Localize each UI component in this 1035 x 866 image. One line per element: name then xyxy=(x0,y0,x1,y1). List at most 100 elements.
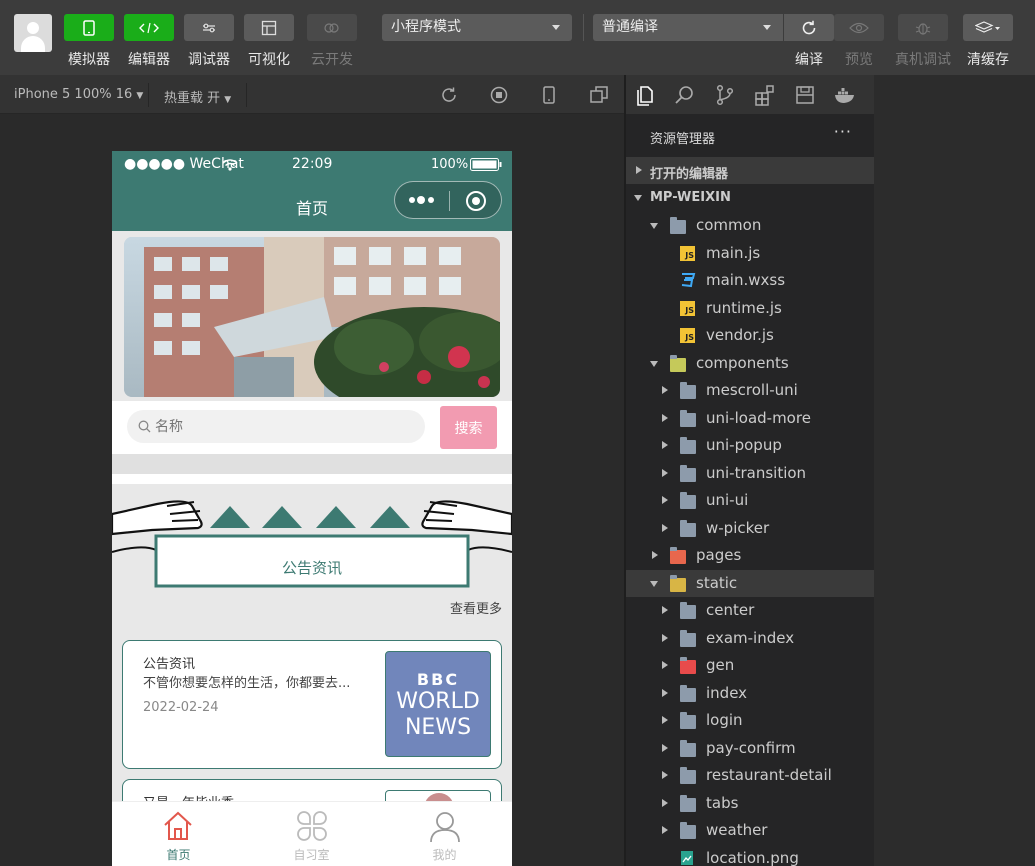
tree-item-label: uni-load-more xyxy=(706,408,811,427)
folder-icon xyxy=(680,822,696,839)
tree-item[interactable]: pay-confirm xyxy=(626,735,874,762)
chevron-right-icon xyxy=(662,523,668,532)
tree-item[interactable]: uni-popup xyxy=(626,432,874,459)
search-input[interactable] xyxy=(155,410,415,443)
project-header[interactable]: MP-WEIXIN xyxy=(626,184,874,211)
explorer-title: 资源管理器 xyxy=(650,132,716,147)
tree-item[interactable]: pages xyxy=(626,542,874,569)
see-more-link[interactable]: 查看更多 xyxy=(450,598,502,617)
simulator-toggle-button[interactable] xyxy=(64,14,114,41)
tree-item[interactable]: weather xyxy=(626,817,874,844)
remote-debug-button[interactable] xyxy=(898,14,948,41)
chevron-right-icon xyxy=(662,413,668,422)
tree-item[interactable]: uni-load-more xyxy=(626,405,874,432)
docker-icon[interactable] xyxy=(834,84,856,106)
phone-icon xyxy=(83,19,95,36)
close-capsule-icon[interactable] xyxy=(465,190,487,212)
debugger-label: 调试器 xyxy=(188,52,230,68)
debugger-toggle-button[interactable] xyxy=(184,14,234,41)
folder-icon xyxy=(680,492,696,509)
storage-icon[interactable] xyxy=(794,84,816,106)
tree-item[interactable]: exam-index xyxy=(626,625,874,652)
js-file-icon: JS xyxy=(680,300,695,316)
compile-button[interactable] xyxy=(784,14,834,41)
folder-icon xyxy=(670,217,686,234)
extensions-icon[interactable] xyxy=(754,84,776,106)
chevron-down-icon xyxy=(650,580,658,587)
preview-button[interactable] xyxy=(834,14,884,41)
search-row: 搜索 xyxy=(112,401,512,454)
tree-item[interactable]: common xyxy=(626,212,874,239)
news-card-date: 2022-02-24 xyxy=(143,700,219,715)
caret-down-icon: ▼ xyxy=(136,91,144,101)
cloud-dev-button[interactable] xyxy=(307,14,357,41)
chevron-right-icon xyxy=(662,771,668,779)
tree-item[interactable]: uni-ui xyxy=(626,487,874,514)
chevron-right-icon xyxy=(662,496,668,504)
tree-item-label: mescroll-uni xyxy=(706,381,798,399)
layers-icon xyxy=(975,20,1000,33)
tree-item[interactable]: w-picker xyxy=(626,515,874,542)
menu-capsule xyxy=(394,181,502,219)
tree-item[interactable]: index xyxy=(626,680,874,707)
tree-item-label: gen xyxy=(706,656,735,674)
simulator-label: 模拟器 xyxy=(68,52,110,68)
tab-home[interactable]: 首页 xyxy=(112,802,245,866)
hot-reload-select[interactable]: 热重载 开 ▼ xyxy=(164,87,231,106)
avatar[interactable] xyxy=(14,14,52,52)
search-button[interactable]: 搜索 xyxy=(440,406,497,449)
tree-item[interactable]: tabs xyxy=(626,790,874,817)
tab-mine[interactable]: 我的 xyxy=(378,802,511,866)
tree-item-label: w-picker xyxy=(706,518,770,537)
tree-item[interactable]: JS runtime.js xyxy=(626,295,874,322)
visual-toggle-button[interactable] xyxy=(244,14,294,41)
tree-item-label: uni-ui xyxy=(706,491,749,509)
explorer-panel: 资源管理器 ··· 打开的编辑器 MP-WEIXIN common JS main.… xyxy=(626,114,874,866)
open-editors-header[interactable]: 打开的编辑器 xyxy=(626,157,874,184)
tree-item[interactable]: mescroll-uni xyxy=(626,377,874,404)
capsule-divider xyxy=(449,191,450,211)
search-icon[interactable] xyxy=(674,84,696,106)
stop-icon[interactable] xyxy=(489,85,509,105)
tree-item[interactable]: uni-transition xyxy=(626,460,874,487)
folder-icon xyxy=(680,767,696,784)
news-card[interactable]: 公告资讯 不管你想要怎样的生活，你都要去... 2022-02-24 BBC W… xyxy=(122,640,502,769)
rotate-icon[interactable] xyxy=(439,85,459,105)
eye-icon xyxy=(849,22,869,33)
source-control-icon[interactable] xyxy=(714,84,736,106)
mode-select[interactable]: 小程序模式 xyxy=(382,14,572,41)
tab-study-room[interactable]: 自习室 xyxy=(245,802,378,866)
clear-cache-button[interactable] xyxy=(963,14,1013,41)
tree-item[interactable]: components xyxy=(626,350,874,377)
chevron-right-icon xyxy=(662,386,668,394)
compile-mode-select[interactable]: 普通编译 xyxy=(593,14,783,41)
editor-toggle-button[interactable] xyxy=(124,14,174,41)
tree-item[interactable]: JS main.js xyxy=(626,240,874,267)
popout-icon[interactable] xyxy=(589,85,609,105)
debug-icon xyxy=(203,23,215,32)
tree-item[interactable]: login xyxy=(626,707,874,734)
chevron-right-icon xyxy=(662,743,668,752)
phone-icon[interactable] xyxy=(539,85,559,105)
thumb-line-3: NEWS xyxy=(404,715,472,740)
more-actions-icon[interactable]: ··· xyxy=(834,122,852,141)
more-dots-icon[interactable] xyxy=(407,194,439,206)
caret-down-icon: ▼ xyxy=(224,95,232,105)
tree-item-label: components xyxy=(696,353,789,372)
tree-item[interactable]: center xyxy=(626,597,874,624)
chevron-right-icon xyxy=(652,551,658,559)
js-file-icon: JS xyxy=(680,245,695,261)
preview-label: 预览 xyxy=(845,52,873,68)
tree-item[interactable]: gen xyxy=(626,652,874,679)
subbar-divider xyxy=(148,83,149,107)
banner-image[interactable] xyxy=(124,237,500,397)
tree-item[interactable]: static xyxy=(626,569,874,597)
css-file-icon xyxy=(681,273,696,288)
tree-item[interactable]: location.png xyxy=(626,845,874,866)
files-icon[interactable] xyxy=(634,84,656,106)
tree-item[interactable]: restaurant-detail xyxy=(626,762,874,789)
device-select[interactable]: iPhone 5 100% 16 ▼ xyxy=(14,87,143,102)
tree-item[interactable]: JS vendor.js xyxy=(626,322,874,349)
tree-item[interactable]: main.wxss xyxy=(626,267,874,294)
tree-item-label: restaurant-detail xyxy=(706,766,832,784)
